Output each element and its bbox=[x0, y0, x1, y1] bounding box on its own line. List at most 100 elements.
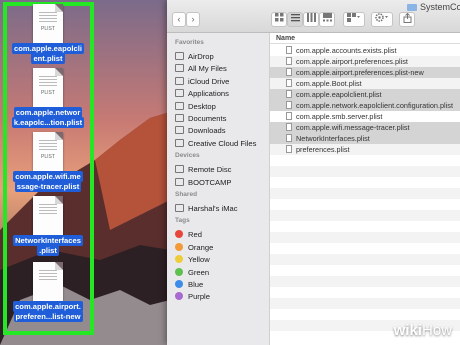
file-row[interactable]: com.apple.Boot.plist bbox=[270, 78, 460, 89]
sidebar-section-header: Devices bbox=[175, 152, 200, 160]
view-icons-button[interactable] bbox=[271, 12, 287, 27]
desktop-file-label: NetworkInterfaces .plist bbox=[6, 235, 90, 256]
tag-color-icon bbox=[175, 230, 183, 239]
creative-cloud-icon bbox=[175, 138, 184, 147]
file-row[interactable]: com.apple.airport.preferences.plist bbox=[270, 56, 460, 67]
file-icon bbox=[286, 112, 292, 120]
tag-color-icon bbox=[175, 280, 183, 288]
file-preview-lines bbox=[39, 12, 57, 24]
sidebar-item-applications[interactable]: Applications bbox=[175, 87, 269, 100]
sidebar-item-icloud-drive[interactable]: iCloud Drive bbox=[175, 75, 269, 88]
imac-icon bbox=[175, 204, 184, 212]
sidebar-item-downloads[interactable]: Downloads bbox=[175, 124, 269, 137]
desktop-file-label-line: preferen...list-new bbox=[13, 311, 83, 322]
file-row[interactable]: preferences.plist bbox=[270, 144, 460, 155]
file-preview-lines bbox=[39, 204, 57, 216]
file-row[interactable]: com.apple.wifi.message-tracer.plist bbox=[270, 122, 460, 133]
view-gallery-button[interactable] bbox=[319, 12, 335, 27]
view-columns-button[interactable] bbox=[303, 12, 319, 27]
file-row[interactable]: com.apple.accounts.exists.plist bbox=[270, 45, 460, 56]
desktop-file-label: com.apple.airport. preferen...list-new bbox=[6, 301, 90, 322]
tag-color-icon bbox=[175, 255, 183, 264]
file-icon bbox=[286, 101, 292, 109]
airdrop-icon bbox=[175, 52, 184, 60]
sidebar-item-orange[interactable]: Orange bbox=[175, 241, 269, 254]
finder-window[interactable]: ‹ › SystemCo Favorites AirDrop All My File… bbox=[167, 0, 460, 345]
disc-icon bbox=[175, 165, 184, 174]
file-name: preferences.plist bbox=[296, 145, 350, 154]
sidebar-item-all-my-files[interactable]: All My Files bbox=[175, 62, 269, 75]
sidebar-item-label: Documents bbox=[188, 114, 227, 123]
cloud-icon bbox=[175, 76, 184, 85]
drive-icon bbox=[175, 177, 184, 186]
file-icon bbox=[286, 145, 292, 153]
file-preview-lines bbox=[39, 270, 57, 282]
sidebar-item-label: Purple bbox=[188, 292, 210, 302]
sidebar-item-label: Orange bbox=[188, 242, 214, 252]
file-row[interactable]: com.apple.airport.preferences.plist-new bbox=[270, 67, 460, 78]
sidebar-item-harshal-s-imac[interactable]: Harshal's iMac bbox=[175, 202, 269, 215]
desktop-file-label-line: ssage-tracer.plist bbox=[14, 181, 82, 192]
desktop-file-label-line: ent.plist bbox=[31, 53, 65, 64]
sidebar-item-bootcamp[interactable]: BOOTCAMP bbox=[175, 176, 269, 189]
sidebar-item-label: Applications bbox=[188, 89, 229, 99]
file-icon bbox=[286, 90, 292, 98]
tag-color-icon bbox=[175, 242, 183, 251]
plist-file-icon bbox=[33, 262, 63, 302]
empty-row-stripe bbox=[270, 254, 460, 265]
empty-row-stripe bbox=[270, 298, 460, 309]
sidebar-item-documents[interactable]: Documents bbox=[175, 112, 269, 125]
all-files-icon bbox=[175, 64, 184, 73]
file-name: com.apple.accounts.exists.plist bbox=[296, 46, 397, 55]
empty-row-stripe bbox=[270, 188, 460, 199]
watermark-wiki: wiki bbox=[393, 322, 422, 339]
file-name: com.apple.eapolclient.plist bbox=[296, 90, 382, 99]
arrange-button[interactable] bbox=[343, 12, 365, 27]
file-preview-lines bbox=[39, 140, 57, 152]
sidebar-item-airdrop[interactable]: AirDrop bbox=[175, 50, 269, 63]
tag-color-icon bbox=[175, 267, 183, 276]
file-icon bbox=[286, 68, 292, 76]
file-row[interactable]: com.apple.eapolclient.plist bbox=[270, 89, 460, 100]
sidebar-item-blue[interactable]: Blue bbox=[175, 278, 269, 291]
sidebar-item-label: BOOTCAMP bbox=[188, 177, 232, 187]
file-type-tag: PLIST bbox=[41, 90, 55, 96]
sidebar-item-green[interactable]: Green bbox=[175, 266, 269, 279]
empty-row-stripe bbox=[270, 232, 460, 243]
sidebar-item-label: Green bbox=[188, 267, 210, 277]
sidebar-item-label: Remote Disc bbox=[188, 165, 232, 175]
sidebar-item-desktop[interactable]: Desktop bbox=[175, 100, 269, 113]
sidebar-item-label: Downloads bbox=[188, 126, 226, 136]
view-list-button[interactable] bbox=[287, 12, 303, 27]
sidebar-item-label: Red bbox=[188, 230, 202, 240]
file-name: com.apple.airport.preferences.plist-new bbox=[296, 68, 424, 77]
sidebar-item-label: Desktop bbox=[188, 101, 216, 111]
file-icon bbox=[286, 46, 292, 54]
empty-row-stripe bbox=[270, 276, 460, 287]
downloads-icon bbox=[175, 126, 184, 135]
file-name: com.apple.smb.server.plist bbox=[296, 112, 383, 121]
file-name: com.apple.Boot.plist bbox=[296, 79, 362, 88]
file-name: com.apple.airport.preferences.plist bbox=[296, 57, 408, 66]
sidebar-item-label: Creative Cloud Files bbox=[188, 138, 257, 148]
sidebar-item-creative-cloud-files[interactable]: Creative Cloud Files bbox=[175, 137, 269, 150]
file-row[interactable]: com.apple.smb.server.plist bbox=[270, 111, 460, 122]
forward-button[interactable]: › bbox=[186, 12, 200, 27]
sidebar-item-remote-disc[interactable]: Remote Disc bbox=[175, 163, 269, 176]
file-name: com.apple.wifi.message-tracer.plist bbox=[296, 123, 410, 132]
plist-file-icon bbox=[33, 196, 63, 236]
action-gear-button[interactable] bbox=[371, 12, 393, 27]
share-button[interactable] bbox=[399, 12, 415, 27]
back-button[interactable]: ‹ bbox=[172, 12, 186, 27]
column-header-name[interactable]: Name bbox=[270, 33, 460, 44]
sidebar-item-red[interactable]: Red bbox=[175, 228, 269, 241]
file-row[interactable]: NetworkInterfaces.plist bbox=[270, 133, 460, 144]
sidebar-item-yellow[interactable]: Yellow bbox=[175, 253, 269, 266]
plist-file-icon: PLIST bbox=[33, 4, 63, 44]
sidebar-section-header: Favorites bbox=[175, 39, 204, 46]
sidebar-item-purple[interactable]: Purple bbox=[175, 290, 269, 303]
file-row[interactable]: com.apple.network.eapolclient.configurat… bbox=[270, 100, 460, 111]
file-list: Name com.apple.accounts.exists.plist com.… bbox=[270, 33, 460, 345]
desktop-file-label-line: k.eapolc...tion.plist bbox=[11, 117, 85, 128]
applications-icon bbox=[175, 89, 184, 98]
